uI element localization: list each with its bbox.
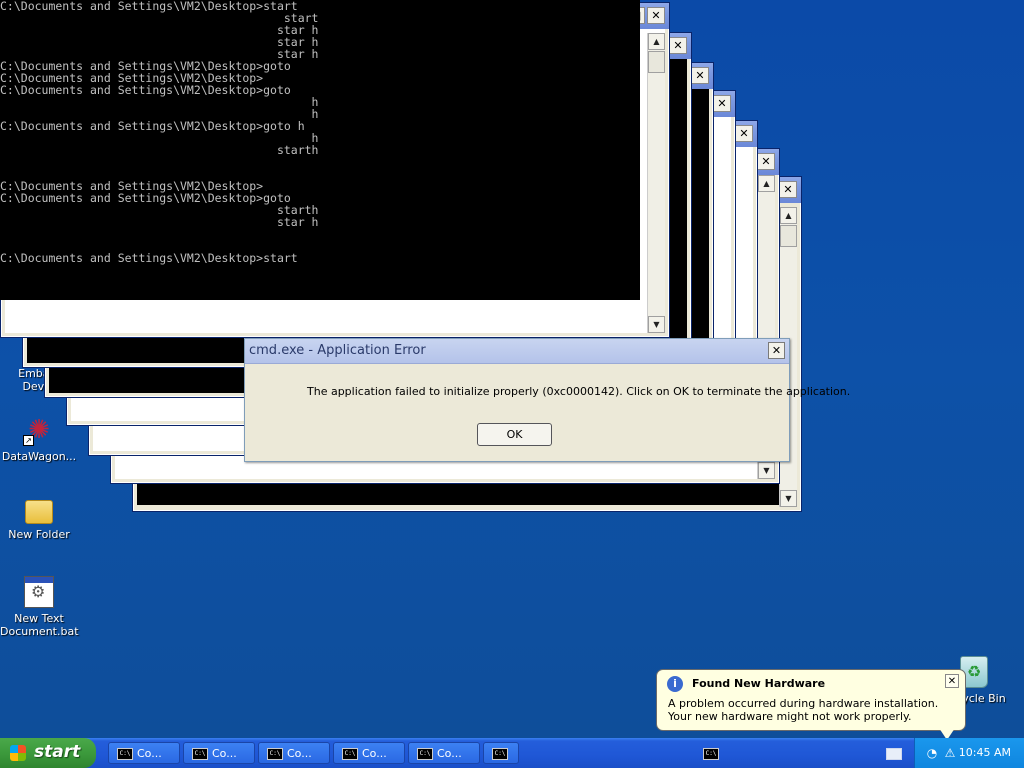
console-icon: C:\ bbox=[417, 748, 433, 760]
windows-logo-icon bbox=[10, 745, 26, 761]
dialog-title-bar[interactable]: cmd.exe - Application Error ✕ bbox=[245, 339, 789, 364]
close-button[interactable]: ✕ bbox=[669, 37, 687, 54]
vertical-scrollbar[interactable]: ▲ ▼ bbox=[647, 33, 665, 333]
notification-area: ◔ ⚠ 10:45 AM bbox=[914, 738, 1024, 768]
close-button[interactable]: ✕ bbox=[757, 153, 775, 170]
dialog-close-button[interactable]: ✕ bbox=[768, 342, 785, 359]
taskbar-button-label: Co... bbox=[287, 747, 312, 760]
error-message: The application failed to initialize pro… bbox=[307, 385, 851, 398]
console-icon: C:\ bbox=[703, 748, 719, 760]
taskbar-button-label: Co... bbox=[362, 747, 387, 760]
console-line: C:\Documents and Settings\VM2\Desktop>st… bbox=[0, 251, 298, 265]
desktop-icon-batch-file[interactable]: New Text Document.bat bbox=[0, 576, 79, 638]
scroll-thumb[interactable] bbox=[780, 225, 797, 247]
desktop-icon-new-folder[interactable]: New Folder bbox=[0, 494, 78, 541]
close-button[interactable]: ✕ bbox=[691, 67, 709, 84]
console-output[interactable]: C:\Documents and Settings\VM2\Desktop>st… bbox=[0, 0, 640, 300]
folder-icon bbox=[25, 500, 53, 524]
network-icon[interactable]: ◔ bbox=[925, 746, 939, 760]
keyboard-layout-icon[interactable] bbox=[886, 748, 902, 760]
balloon-tail bbox=[939, 728, 955, 738]
close-button[interactable]: ✕ bbox=[713, 95, 731, 112]
dialog-title: cmd.exe - Application Error bbox=[249, 343, 426, 358]
scroll-down-arrow-icon[interactable]: ▼ bbox=[758, 462, 775, 479]
clock[interactable]: 10:45 AM bbox=[959, 746, 1011, 759]
taskbar-button-cmd-5[interactable]: C:\ Co... bbox=[408, 742, 480, 764]
hardware-warning-icon[interactable]: ⚠ bbox=[943, 746, 957, 760]
taskbar-button-label: Co... bbox=[137, 747, 162, 760]
taskbar-button-cmd-3[interactable]: C:\ Co... bbox=[258, 742, 330, 764]
scroll-thumb[interactable] bbox=[648, 51, 665, 73]
scroll-up-arrow-icon[interactable]: ▲ bbox=[780, 207, 797, 224]
balloon-close-button[interactable]: ✕ bbox=[945, 674, 959, 688]
taskbar-button-cmd-4[interactable]: C:\ Co... bbox=[333, 742, 405, 764]
taskbar-button-cmd-6[interactable]: C:\ bbox=[483, 742, 519, 764]
desktop-icon-label: New Text Document.bat bbox=[0, 612, 79, 638]
datawagon-icon: ✺ ↗ bbox=[23, 414, 55, 446]
scroll-up-arrow-icon[interactable]: ▲ bbox=[758, 175, 775, 192]
console-icon: C:\ bbox=[267, 748, 283, 760]
console-icon: C:\ bbox=[192, 748, 208, 760]
console-line: starth bbox=[0, 143, 319, 157]
taskbar-button-cmd-1[interactable]: C:\ Co... bbox=[108, 742, 180, 764]
start-button[interactable]: start bbox=[0, 738, 96, 768]
window-controls: ✕ bbox=[691, 67, 709, 84]
ok-button[interactable]: OK bbox=[477, 423, 552, 446]
desktop-icon-label: DataWagon... bbox=[1, 450, 77, 463]
start-label: start bbox=[34, 742, 81, 762]
shortcut-arrow-icon: ↗ bbox=[23, 435, 34, 446]
scroll-down-arrow-icon[interactable]: ▼ bbox=[780, 490, 797, 507]
taskbar-button-label: Co... bbox=[212, 747, 237, 760]
close-button[interactable]: ✕ bbox=[779, 181, 797, 198]
found-new-hardware-balloon[interactable]: i Found New Hardware ✕ A problem occurre… bbox=[656, 669, 966, 738]
console-icon: C:\ bbox=[342, 748, 358, 760]
scroll-down-arrow-icon[interactable]: ▼ bbox=[648, 316, 665, 333]
taskbar-button-cmd-2[interactable]: C:\ Co... bbox=[183, 742, 255, 764]
scroll-up-arrow-icon[interactable]: ▲ bbox=[648, 33, 665, 50]
desktop: Embarc Dev-C ✺ ↗ DataWagon... New Folder … bbox=[0, 0, 1024, 738]
console-icon: C:\ bbox=[492, 748, 508, 760]
balloon-message: A problem occurred during hardware insta… bbox=[668, 697, 939, 723]
taskbar: start C:\ Co... C:\ Co... C:\ Co... C:\ … bbox=[0, 738, 1024, 768]
close-button[interactable]: ✕ bbox=[647, 7, 665, 24]
taskbar-button-cmd-7[interactable]: C:\ bbox=[694, 742, 724, 764]
application-error-dialog: cmd.exe - Application Error ✕ The applic… bbox=[244, 338, 850, 462]
balloon-title: Found New Hardware bbox=[692, 677, 826, 690]
console-icon: C:\ bbox=[117, 748, 133, 760]
taskbar-button-label: Co... bbox=[437, 747, 462, 760]
desktop-icon-label: New Folder bbox=[8, 528, 70, 541]
batch-file-icon bbox=[24, 576, 54, 608]
info-icon: i bbox=[667, 676, 683, 692]
window-controls: ✕ bbox=[669, 37, 687, 54]
close-button[interactable]: ✕ bbox=[735, 125, 753, 142]
console-line: star h bbox=[0, 215, 319, 229]
